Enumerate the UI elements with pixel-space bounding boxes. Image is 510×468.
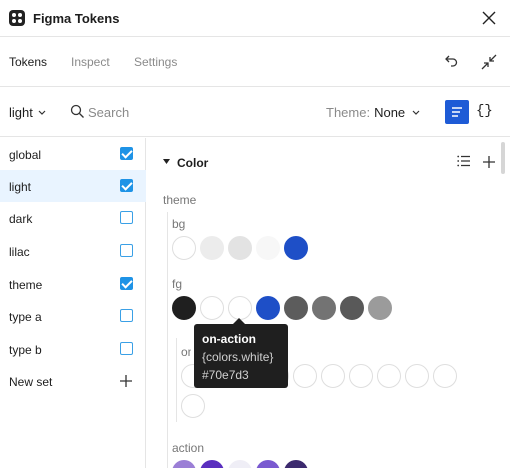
color-swatch[interactable] xyxy=(377,364,401,388)
token-set-type-b[interactable]: type b xyxy=(0,333,146,365)
token-set-theme[interactable]: theme xyxy=(0,268,146,300)
section-title: Color xyxy=(177,156,209,170)
color-swatch[interactable] xyxy=(200,460,224,468)
color-swatch[interactable] xyxy=(433,364,457,388)
token-set-label: light xyxy=(9,180,32,194)
color-swatch[interactable] xyxy=(228,460,252,468)
color-swatch[interactable] xyxy=(284,460,308,468)
token-set-label: type a xyxy=(9,310,42,324)
chevron-down-icon xyxy=(38,110,46,115)
token-set-checkbox[interactable] xyxy=(120,147,133,160)
tooltip-token-value: #70e7d3 xyxy=(202,368,249,382)
token-set-label: global xyxy=(9,148,42,162)
title-bar: Figma Tokens xyxy=(0,0,510,37)
add-token-icon[interactable] xyxy=(482,155,496,169)
list-view-button[interactable] xyxy=(445,100,469,124)
theme-dropdown[interactable]: Theme: None xyxy=(326,105,420,120)
json-view-button[interactable]: {} xyxy=(476,103,493,119)
token-set-checkbox[interactable] xyxy=(120,244,133,257)
token-set-dark[interactable]: dark xyxy=(0,202,146,234)
color-swatch[interactable] xyxy=(321,364,345,388)
token-set-checkbox[interactable] xyxy=(120,342,133,355)
color-swatch[interactable] xyxy=(256,236,280,260)
group-label-on: on xyxy=(181,345,191,359)
color-swatch[interactable] xyxy=(256,296,280,320)
color-swatch[interactable] xyxy=(368,296,392,320)
token-set-global[interactable]: global xyxy=(0,138,146,170)
list-view-icon xyxy=(452,107,462,117)
token-set-label: lilac xyxy=(9,245,30,259)
color-swatch[interactable] xyxy=(172,460,196,468)
color-swatch[interactable] xyxy=(340,296,364,320)
color-swatch[interactable] xyxy=(256,460,280,468)
token-set-checkbox[interactable] xyxy=(120,211,133,224)
color-swatch[interactable] xyxy=(312,296,336,320)
new-set-label: New set xyxy=(9,375,53,389)
token-set-checkbox[interactable] xyxy=(120,179,133,192)
color-swatch[interactable] xyxy=(181,394,205,418)
list-icon[interactable] xyxy=(457,155,471,167)
color-swatch[interactable] xyxy=(284,296,308,320)
token-set-dropdown[interactable]: light xyxy=(9,105,46,120)
color-swatch[interactable] xyxy=(228,296,252,320)
tree-line xyxy=(176,338,177,422)
close-icon[interactable] xyxy=(480,9,498,27)
search-icon xyxy=(70,104,84,118)
color-swatch[interactable] xyxy=(349,364,373,388)
tab-settings[interactable]: Settings xyxy=(134,55,177,69)
figma-tokens-logo-icon xyxy=(9,10,25,26)
toolbar: light Theme: None xyxy=(0,88,510,137)
color-swatch[interactable] xyxy=(200,236,224,260)
plus-icon xyxy=(120,375,132,387)
color-swatch[interactable] xyxy=(284,236,308,260)
token-set-checkbox[interactable] xyxy=(120,309,133,322)
tooltip-token-reference: {colors.white} xyxy=(202,350,274,364)
tab-tokens[interactable]: Tokens xyxy=(9,55,47,69)
token-set-type-a[interactable]: type a xyxy=(0,300,146,332)
caret-down-icon[interactable] xyxy=(163,159,170,165)
token-tooltip: on-action {colors.white} #70e7d3 xyxy=(194,318,288,388)
scrollbar[interactable] xyxy=(501,142,505,174)
token-set-light[interactable]: light xyxy=(0,170,146,202)
theme-label: Theme: xyxy=(326,105,371,120)
tab-inspect[interactable]: Inspect xyxy=(71,55,110,69)
token-set-label: dark xyxy=(9,212,33,226)
token-set-value: light xyxy=(9,105,33,120)
color-swatch[interactable] xyxy=(228,236,252,260)
search-input[interactable] xyxy=(88,102,278,122)
token-set-checkbox[interactable] xyxy=(120,277,133,290)
chevron-down-icon xyxy=(412,110,420,115)
color-swatch[interactable] xyxy=(200,296,224,320)
tooltip-token-name: on-action xyxy=(202,332,256,346)
token-sets-sidebar: global light dark lilac theme type a typ… xyxy=(0,138,146,468)
app-title: Figma Tokens xyxy=(33,11,120,26)
tree-line xyxy=(167,212,168,468)
group-label-theme: theme xyxy=(163,193,197,207)
new-set-button[interactable]: New set xyxy=(0,366,146,396)
undo-icon[interactable] xyxy=(442,52,460,70)
group-label-bg: bg xyxy=(172,217,186,231)
color-swatch[interactable] xyxy=(172,236,196,260)
group-label-fg: fg xyxy=(172,277,183,291)
tab-bar: Tokens Inspect Settings xyxy=(0,38,510,87)
token-set-label: theme xyxy=(9,278,43,292)
color-swatch[interactable] xyxy=(293,364,317,388)
collapse-icon[interactable] xyxy=(479,52,499,72)
group-label-action: action xyxy=(172,441,205,455)
token-set-label: type b xyxy=(9,343,42,357)
theme-value: None xyxy=(374,105,406,120)
tokens-panel: Color theme bg fg on action xyxy=(147,138,510,468)
color-swatch[interactable] xyxy=(172,296,196,320)
color-swatch[interactable] xyxy=(405,364,429,388)
token-set-lilac[interactable]: lilac xyxy=(0,235,146,267)
